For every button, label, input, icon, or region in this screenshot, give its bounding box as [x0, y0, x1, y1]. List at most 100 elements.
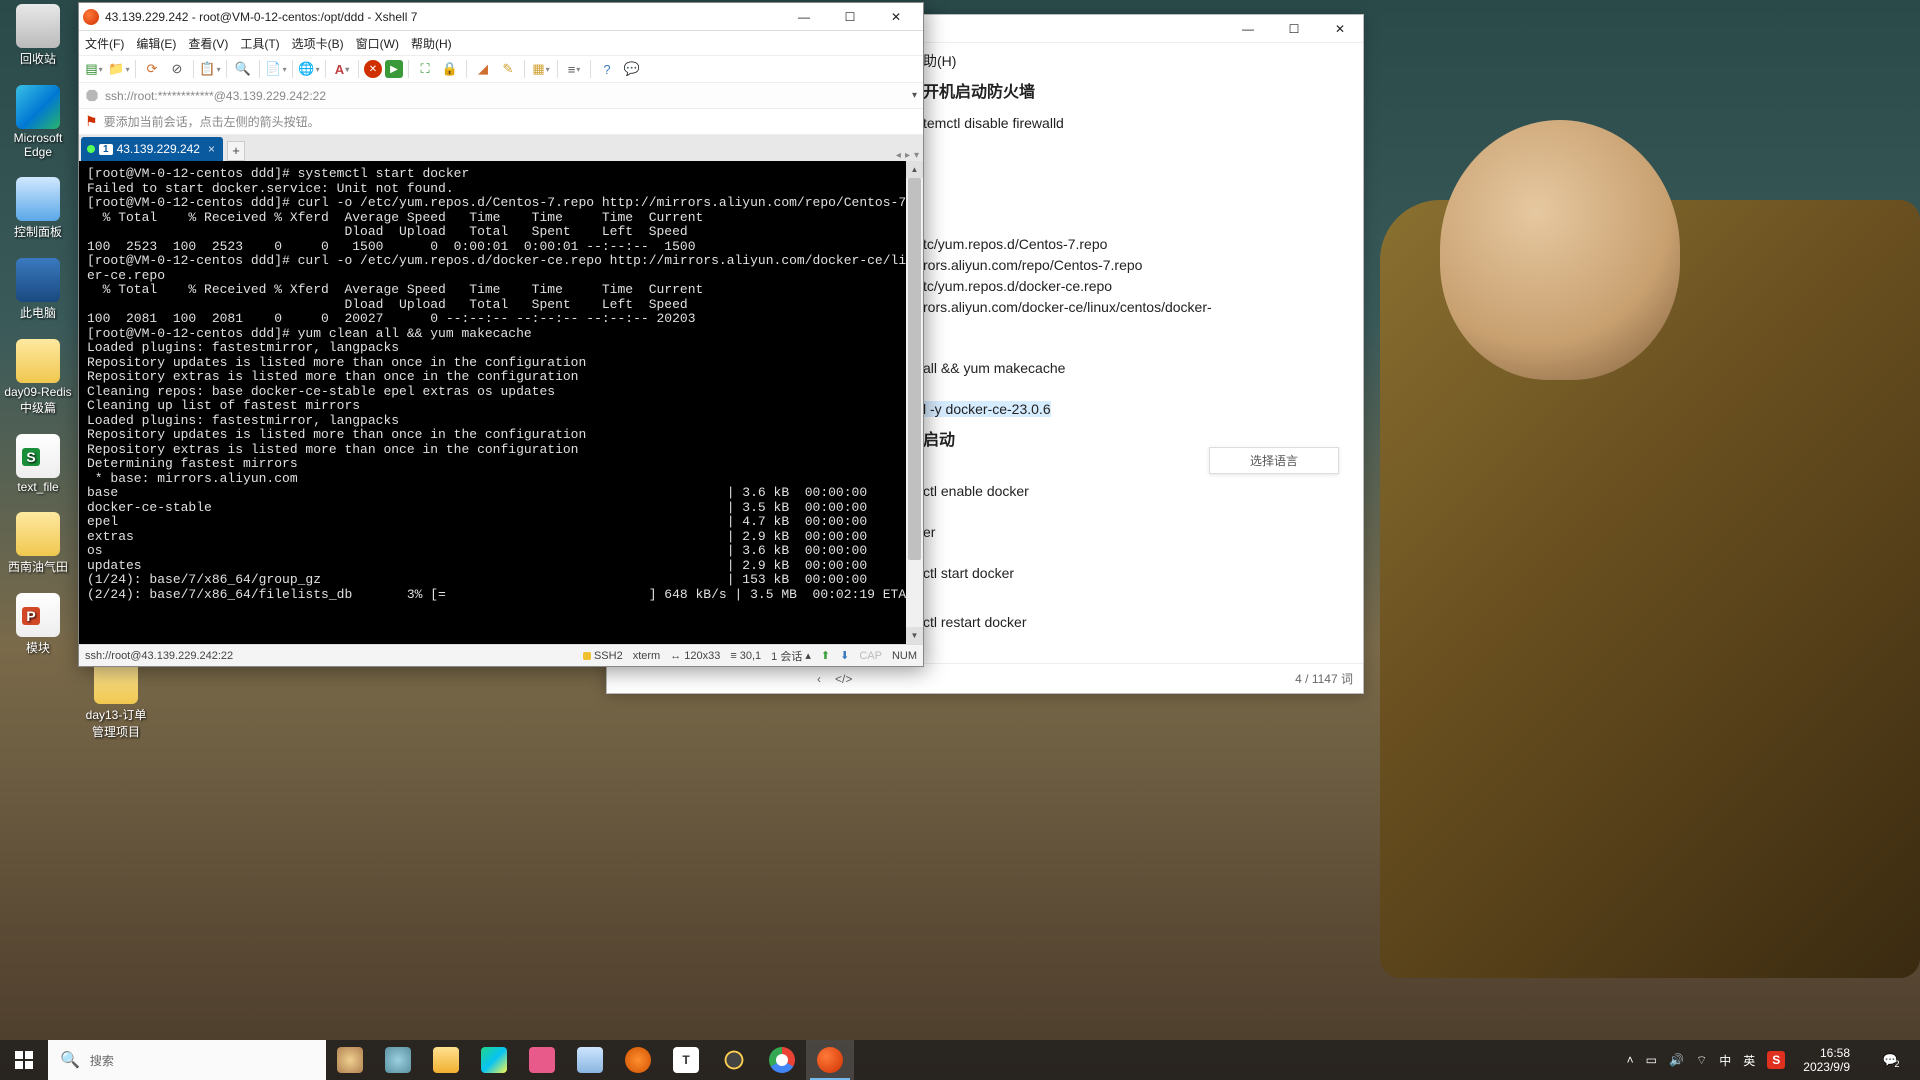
task-items: T — [326, 1040, 854, 1080]
feedback-button[interactable]: 💬 — [621, 58, 643, 80]
close-button[interactable]: ✕ — [1317, 15, 1363, 43]
task-notepad[interactable] — [566, 1040, 614, 1080]
clock[interactable]: 16:58 2023/9/9 — [1797, 1046, 1856, 1074]
new-session-button[interactable]: ▤ — [83, 58, 105, 80]
menubar: 文件(F) 编辑(E) 查看(V) 工具(T) 选项卡(B) 窗口(W) 帮助(… — [79, 31, 923, 55]
connected-icon — [87, 145, 95, 153]
language-select-button[interactable]: 选择语言 — [1209, 447, 1339, 474]
search-box[interactable]: 🔍 搜索 — [48, 1040, 326, 1080]
font-button[interactable]: A — [331, 58, 353, 80]
task-everything[interactable] — [614, 1040, 662, 1080]
task-explorer[interactable] — [422, 1040, 470, 1080]
spreadsheet-icon — [16, 434, 60, 478]
scroll-down[interactable]: ▼ — [906, 627, 923, 644]
new-tab-button[interactable]: + — [227, 141, 245, 161]
ime-zh[interactable]: 中 — [1719, 1052, 1731, 1069]
highlight-button[interactable]: ✎ — [497, 58, 519, 80]
scroll-up[interactable]: ▲ — [906, 161, 923, 178]
minimize-button[interactable]: — — [1225, 15, 1271, 43]
menu-edit[interactable]: 编辑(E) — [136, 35, 176, 52]
code-line: tc/yum.repos.d/Centos-7.repo — [923, 234, 1343, 255]
trash-icon — [16, 4, 60, 48]
maximize-button[interactable]: ☐ — [1271, 15, 1317, 43]
xshell-window[interactable]: 43.139.229.242 - root@VM-0-12-centos:/op… — [78, 2, 924, 667]
status-address: ssh://root@43.139.229.242:22 — [85, 650, 233, 662]
session-tab[interactable]: 1 43.139.229.242 × — [81, 137, 223, 161]
tool1-button[interactable]: ◢ — [472, 58, 494, 80]
folder-icon — [16, 339, 60, 383]
menu-tabs[interactable]: 选项卡(B) — [292, 35, 344, 52]
task-pycharm[interactable] — [470, 1040, 518, 1080]
scrollbar[interactable]: ▲ ▼ — [906, 161, 923, 644]
menu-tools[interactable]: 工具(T) — [240, 35, 279, 52]
view-button[interactable]: ≡ — [563, 58, 585, 80]
paste-button[interactable]: 📄 — [265, 58, 287, 80]
status-num: NUM — [892, 650, 917, 662]
tab-prev[interactable]: ◂ — [896, 150, 901, 161]
layout-button[interactable]: ▦ — [530, 58, 552, 80]
address-bar[interactable]: ssh://root:************@43.139.229.242:2… — [79, 83, 923, 109]
ime-sogou-icon[interactable]: S — [1767, 1051, 1785, 1069]
task-jellyfish2[interactable] — [374, 1040, 422, 1080]
link-icon — [85, 89, 99, 103]
tab-list[interactable]: ▾ — [914, 150, 919, 161]
disconnect-button[interactable]: ⊘ — [166, 58, 188, 80]
session-tabbar: 1 43.139.229.242 × + ◂ ▸ ▾ — [79, 135, 923, 161]
scroll-track[interactable] — [906, 178, 923, 627]
task-text[interactable]: T — [662, 1040, 710, 1080]
tray-volume-icon[interactable]: 🔊 — [1669, 1053, 1684, 1067]
reconnect-button[interactable]: ⟳ — [141, 58, 163, 80]
nav-code[interactable]: </> — [835, 672, 852, 686]
minimize-button[interactable]: — — [781, 3, 827, 31]
file-template[interactable]: 模块 — [4, 593, 72, 656]
control-panel-shortcut[interactable]: 控制面板 — [4, 177, 72, 240]
find-button[interactable]: 🔍 — [232, 58, 254, 80]
tab-close-icon[interactable]: × — [208, 142, 215, 156]
tab-next[interactable]: ▸ — [905, 150, 910, 161]
this-pc-shortcut[interactable]: 此电脑 — [4, 258, 72, 321]
tray-chevron[interactable]: ˄ — [1627, 1053, 1634, 1067]
task-chrome[interactable] — [758, 1040, 806, 1080]
recycle-bin[interactable]: 回收站 — [4, 4, 72, 67]
terminal[interactable]: [root@VM-0-12-centos ddd]# systemctl sta… — [79, 161, 906, 644]
folder-day13[interactable]: day13-订单管理项目 — [82, 660, 150, 740]
notification-button[interactable]: 💬2 — [1868, 1040, 1912, 1080]
task-xshell[interactable] — [806, 1040, 854, 1080]
xshell-titlebar[interactable]: 43.139.229.242 - root@VM-0-12-centos:/op… — [79, 3, 923, 31]
scroll-thumb[interactable] — [908, 178, 921, 560]
address-dropdown[interactable]: ▾ — [912, 90, 917, 101]
menu-help[interactable]: 帮助(H) — [411, 35, 452, 52]
task-app-circle[interactable] — [710, 1040, 758, 1080]
fullscreen-button[interactable]: ⛶ — [414, 58, 436, 80]
task-jellyfish[interactable] — [326, 1040, 374, 1080]
maximize-button[interactable]: ☐ — [827, 3, 873, 31]
menu-view[interactable]: 查看(V) — [188, 35, 228, 52]
xftp-button[interactable]: ▶ — [385, 60, 403, 78]
help-button[interactable]: ? — [596, 58, 618, 80]
copy-button[interactable]: 📋 — [199, 58, 221, 80]
ime-en[interactable]: 英 — [1743, 1052, 1755, 1069]
tray-wifi-icon[interactable]: ⌔ — [1696, 1053, 1707, 1068]
lock-button[interactable]: 🔒 — [439, 58, 461, 80]
xagent-button[interactable]: ✕ — [364, 60, 382, 78]
task-app-pink[interactable] — [518, 1040, 566, 1080]
file-textfile[interactable]: text_file — [4, 434, 72, 494]
folder-day09[interactable]: day09-Redis中级篇 — [4, 339, 72, 416]
edge-icon — [16, 85, 60, 129]
nav-back[interactable]: ‹ — [817, 672, 821, 686]
tab-label: 43.139.229.242 — [117, 142, 200, 156]
menu-window[interactable]: 窗口(W) — [356, 35, 399, 52]
edge-shortcut[interactable]: Microsoft Edge — [4, 85, 72, 159]
folder-xnyqt[interactable]: 西南油气田 — [4, 512, 72, 575]
tray-meet-now-icon[interactable]: ▭ — [1646, 1053, 1657, 1067]
presentation-icon — [16, 593, 60, 637]
globe-button[interactable]: 🌐 — [298, 58, 320, 80]
system-tray: ˄ ▭ 🔊 ⌔ 中 英 S 16:58 2023/9/9 💬2 — [1619, 1040, 1920, 1080]
status-sessions[interactable]: 1 会话 ▴ — [771, 648, 811, 664]
close-button[interactable]: ✕ — [873, 3, 919, 31]
hint-text: 要添加当前会话，点击左侧的箭头按钮。 — [104, 113, 320, 130]
start-button[interactable] — [0, 1040, 48, 1080]
open-button[interactable]: 📁 — [108, 58, 130, 80]
menu-file[interactable]: 文件(F) — [85, 35, 124, 52]
code-line: all && yum makecache — [923, 358, 1343, 379]
